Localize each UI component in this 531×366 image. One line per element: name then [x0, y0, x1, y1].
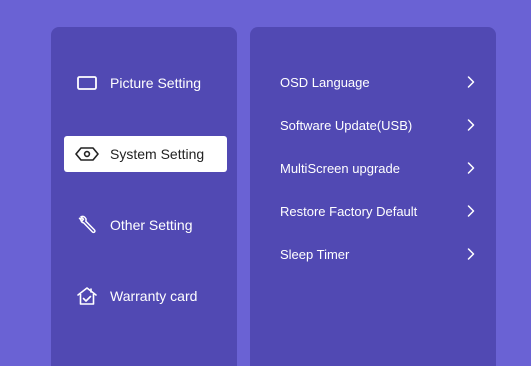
system-setting-panel: OSD Language Software Update(USB) MultiS… — [250, 27, 496, 366]
settings-sidebar: Picture Setting System Setting Other Set… — [51, 27, 237, 366]
option-osd-language[interactable]: OSD Language — [280, 70, 476, 94]
chevron-right-icon — [466, 161, 476, 175]
sidebar-item-warranty-card[interactable]: Warranty card — [64, 278, 227, 314]
option-label: Restore Factory Default — [280, 203, 418, 219]
option-restore-factory-default[interactable]: Restore Factory Default — [280, 199, 476, 223]
option-label: Software Update(USB) — [280, 117, 413, 133]
wrench-icon — [74, 215, 100, 235]
option-label: Sleep Timer — [280, 246, 350, 262]
sidebar-item-label: Warranty card — [110, 288, 198, 304]
option-multiscreen-upgrade[interactable]: MultiScreen upgrade — [280, 156, 476, 180]
house-check-icon — [74, 286, 100, 306]
sidebar-item-label: Other Setting — [110, 217, 193, 233]
settings-screen: Picture Setting System Setting Other Set… — [0, 0, 531, 366]
sidebar-item-system-setting[interactable]: System Setting — [64, 136, 227, 172]
picture-frame-icon — [74, 73, 100, 93]
option-label: MultiScreen upgrade — [280, 160, 400, 176]
sidebar-item-picture-setting[interactable]: Picture Setting — [64, 65, 227, 101]
sidebar-item-other-setting[interactable]: Other Setting — [64, 207, 227, 243]
chevron-right-icon — [466, 204, 476, 218]
sidebar-item-label: System Setting — [110, 146, 205, 162]
system-eye-icon — [74, 144, 100, 164]
option-software-update-usb[interactable]: Software Update(USB) — [280, 113, 476, 137]
sidebar-item-label: Picture Setting — [110, 75, 202, 91]
chevron-right-icon — [466, 247, 476, 261]
chevron-right-icon — [466, 75, 476, 89]
option-label: OSD Language — [280, 74, 370, 90]
chevron-right-icon — [466, 118, 476, 132]
option-sleep-timer[interactable]: Sleep Timer — [280, 242, 476, 266]
